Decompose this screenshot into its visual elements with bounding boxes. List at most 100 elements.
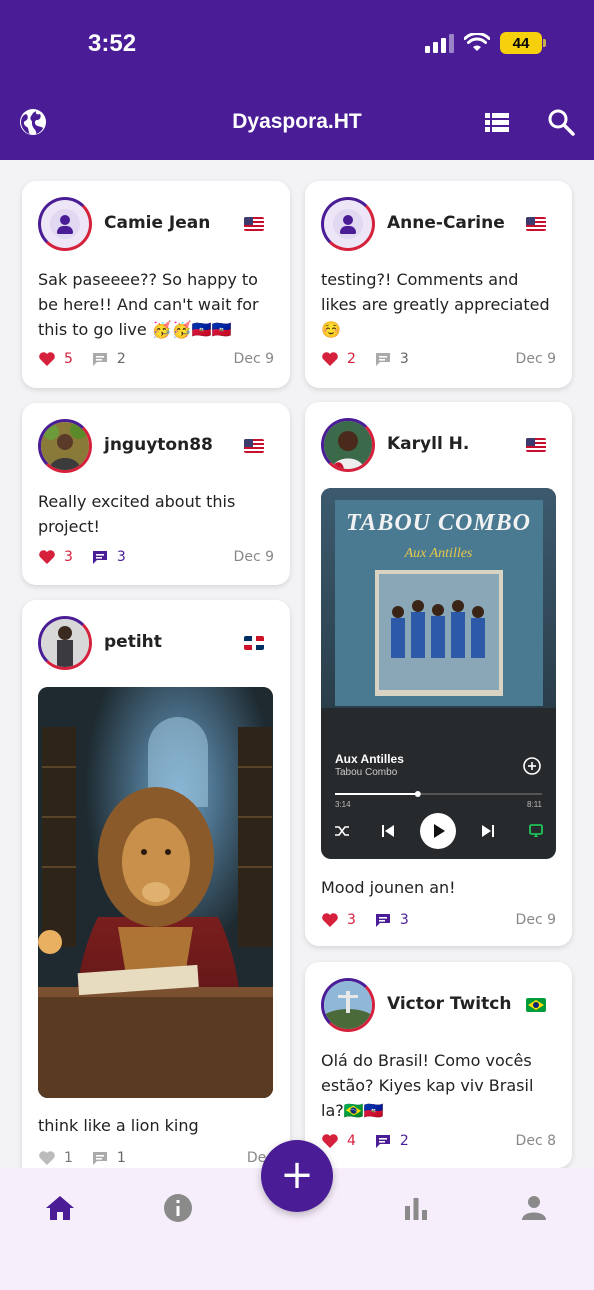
like-count: 3 — [347, 912, 356, 928]
album-cover-title: TABOU COMBO — [345, 510, 532, 536]
post-date: Dec 9 — [515, 912, 556, 928]
battery-icon: 44 — [500, 32, 546, 54]
post-username[interactable]: Anne-Carine — [387, 213, 505, 233]
comment-icon[interactable] — [91, 1150, 109, 1166]
info-icon[interactable] — [160, 1190, 196, 1226]
wifi-icon — [464, 33, 490, 51]
status-icons: 44 — [425, 32, 546, 54]
shuffle-icon[interactable] — [333, 822, 351, 840]
post-text: testing?! Comments and likes are greatly… — [321, 270, 550, 339]
post-meta: 5 2 Dec 9 — [38, 351, 274, 367]
heart-icon[interactable] — [321, 1133, 339, 1149]
avatar[interactable] — [321, 418, 375, 472]
user-photo — [324, 421, 372, 469]
app-header: 3:52 44 Dyaspora.HT — [0, 0, 594, 160]
avatar[interactable] — [38, 616, 92, 670]
track-time-start: 3:14 — [335, 800, 351, 809]
comment-count: 2 — [399, 1133, 409, 1149]
heart-icon[interactable] — [38, 1150, 56, 1166]
heart-icon[interactable] — [321, 912, 339, 928]
heart-icon[interactable] — [321, 351, 339, 367]
post-meta: 4 2 Dec 8 — [321, 1133, 556, 1149]
post-card[interactable]: Karyll H. TABOU COMBO Aux Antilles Aux A… — [305, 402, 572, 946]
search-icon[interactable] — [545, 106, 577, 138]
avatar[interactable] — [38, 419, 92, 473]
previous-track-icon[interactable] — [379, 822, 397, 840]
create-post-button[interactable]: + — [261, 1140, 333, 1212]
post-text: Mood jounen an! — [321, 878, 456, 897]
heart-icon[interactable] — [38, 351, 56, 367]
list-view-icon[interactable] — [481, 106, 513, 138]
post-username[interactable]: Camie Jean — [104, 213, 210, 233]
post-text: Olá do Brasil! Como vocês estão? Kiyes k… — [321, 1051, 534, 1120]
user-photo — [41, 619, 89, 667]
music-player-embed[interactable]: TABOU COMBO Aux Antilles Aux Antilles Ta… — [321, 488, 556, 859]
like-count: 4 — [347, 1133, 356, 1149]
play-button[interactable] — [420, 813, 456, 849]
user-photo — [324, 981, 372, 1029]
post-card[interactable]: jnguyton88 Really excited about this pro… — [22, 403, 290, 585]
post-meta: 2 3 Dec 9 — [321, 351, 556, 367]
next-track-icon[interactable] — [479, 822, 497, 840]
post-username[interactable]: jnguyton88 — [104, 435, 213, 455]
like-count: 1 — [64, 1150, 73, 1166]
comment-icon[interactable] — [374, 351, 392, 367]
post-card[interactable]: Victor Twitch Olá do Brasil! Como vocês … — [305, 962, 572, 1168]
post-username[interactable]: Victor Twitch — [387, 994, 511, 1014]
post-date: Dec 8 — [515, 1133, 556, 1149]
post-text: think like a lion king — [38, 1116, 199, 1135]
track-time-end: 8:11 — [527, 800, 542, 809]
avatar[interactable] — [321, 197, 375, 251]
post-meta: 1 1 Dec — [38, 1150, 274, 1166]
add-track-icon[interactable] — [522, 756, 542, 776]
post-card[interactable]: Camie Jean Sak paseeee?? So happy to be … — [22, 181, 290, 388]
post-meta: 3 3 Dec 9 — [38, 549, 274, 565]
post-date: Dec 9 — [233, 351, 274, 367]
comment-count: 2 — [116, 351, 126, 367]
default-avatar-icon — [50, 209, 80, 239]
track-progress-bar[interactable] — [335, 790, 542, 798]
post-card[interactable]: petiht think like a lion king 1 1 Dec — [22, 600, 290, 1200]
comment-count: 1 — [116, 1150, 126, 1166]
track-artist: Tabou Combo — [335, 767, 398, 778]
post-text: Really excited about this project! — [38, 492, 236, 536]
comment-count: 3 — [116, 549, 126, 565]
post-date: Dec 9 — [233, 549, 274, 565]
comment-icon[interactable] — [91, 549, 109, 565]
post-username[interactable]: petiht — [104, 632, 162, 652]
track-title: Aux Antilles — [335, 752, 404, 766]
lion-post-image[interactable] — [38, 687, 273, 1098]
heart-icon[interactable] — [38, 549, 56, 565]
us-flag-icon — [244, 217, 264, 231]
do-flag-icon — [244, 636, 264, 650]
profile-icon[interactable] — [516, 1190, 552, 1226]
comment-count: 3 — [399, 912, 409, 928]
like-count: 3 — [64, 549, 73, 565]
comment-icon[interactable] — [374, 1133, 392, 1149]
default-avatar-icon — [333, 209, 363, 239]
avatar[interactable] — [321, 978, 375, 1032]
status-time: 3:52 — [88, 30, 137, 57]
us-flag-icon — [244, 439, 264, 453]
home-icon[interactable] — [42, 1190, 78, 1226]
connect-device-icon[interactable] — [527, 822, 545, 840]
br-flag-icon — [526, 998, 546, 1012]
post-card[interactable]: Anne-Carine testing?! Comments and likes… — [305, 181, 572, 388]
post-meta: 3 3 Dec 9 — [321, 912, 556, 928]
comment-count: 3 — [399, 351, 409, 367]
album-cover-subtitle: Aux Antilles — [404, 546, 473, 561]
post-text: Sak paseeee?? So happy to be here!! And … — [38, 270, 259, 339]
like-count: 5 — [64, 351, 73, 367]
comment-icon[interactable] — [374, 912, 392, 928]
us-flag-icon — [526, 217, 546, 231]
post-date: Dec 9 — [515, 351, 556, 367]
cellular-signal-icon — [425, 33, 454, 53]
us-flag-icon — [526, 438, 546, 452]
play-icon — [434, 824, 445, 838]
post-username[interactable]: Karyll H. — [387, 434, 469, 454]
avatar[interactable] — [38, 197, 92, 251]
stats-icon[interactable] — [398, 1190, 434, 1226]
like-count: 2 — [347, 351, 356, 367]
comment-icon[interactable] — [91, 351, 109, 367]
user-photo — [41, 422, 89, 470]
